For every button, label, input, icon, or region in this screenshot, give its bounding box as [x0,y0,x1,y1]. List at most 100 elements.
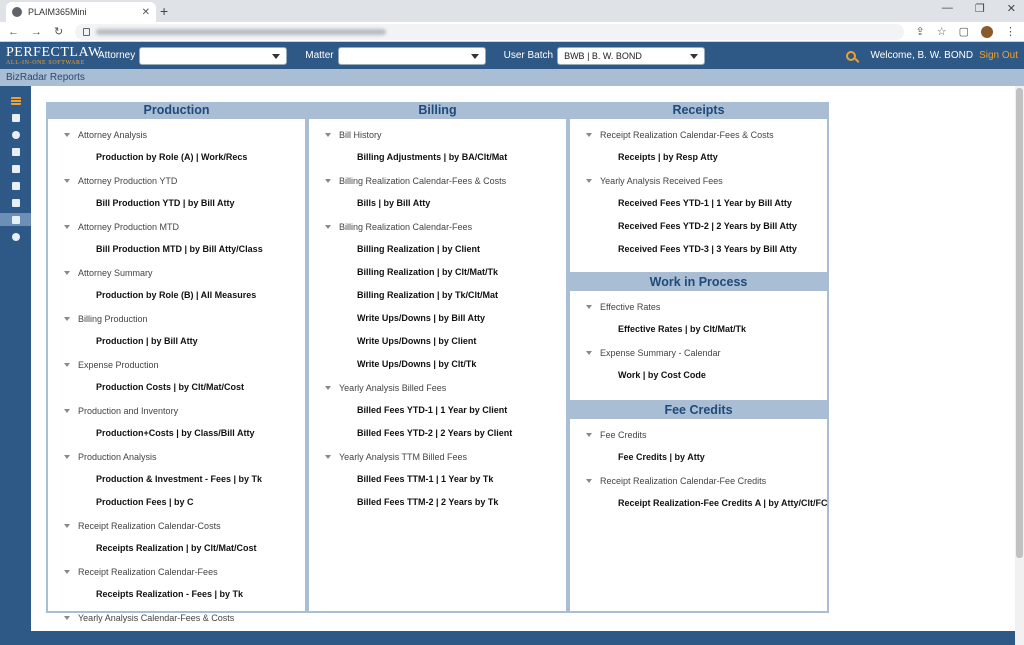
collapse-triangle-icon[interactable] [64,270,70,275]
maximize-button[interactable]: ❐ [975,2,985,15]
report-group[interactable]: Yearly Analysis TTM Billed Fees [309,445,566,468]
collapse-triangle-icon[interactable] [325,132,331,137]
collapse-triangle-icon[interactable] [325,178,331,183]
reports-icon[interactable] [0,213,31,226]
profile-avatar[interactable] [981,25,993,38]
close-tab-icon[interactable]: ✕ [142,7,150,18]
page-scrollbar[interactable] [1015,86,1024,645]
report-group[interactable]: Effective Rates [570,295,827,318]
report-link[interactable]: Production | by Bill Atty [48,330,305,353]
report-group[interactable]: Receipt Realization Calendar-Fees & Cost… [570,123,827,146]
calendar-icon[interactable] [9,162,23,175]
report-group[interactable]: Yearly Analysis Calendar-Fees & Costs [48,606,305,629]
report-link[interactable]: Production by Role (A) | Work/Recs [48,146,305,169]
report-link[interactable]: Billing Realization | by Tk/Clt/Mat [309,284,566,307]
collapse-triangle-icon[interactable] [586,132,592,137]
document-icon[interactable] [9,196,23,209]
sign-out-link[interactable]: Sign Out [979,50,1018,61]
collapse-triangle-icon[interactable] [64,316,70,321]
collapse-triangle-icon[interactable] [64,454,70,459]
collapse-triangle-icon[interactable] [64,132,70,137]
user-batch-select[interactable]: BWB | B. W. BOND [557,46,706,65]
report-link[interactable]: Receipts Realization | by Clt/Mat/Cost [48,537,305,560]
report-link[interactable]: Bill Production MTD | by Bill Atty/Class [48,238,305,261]
new-tab-button[interactable]: + [160,3,168,19]
report-group[interactable]: Bill History [309,123,566,146]
report-group[interactable]: Attorney Analysis [48,123,305,146]
report-link[interactable]: Production+Costs | by Class/Bill Atty [48,422,305,445]
collapse-triangle-icon[interactable] [325,385,331,390]
edit-icon[interactable] [9,145,23,158]
report-link[interactable]: Write Ups/Downs | by Clt/Tk [309,353,566,376]
report-link[interactable]: Billed Fees TTM-1 | 1 Year by Tk [309,468,566,491]
more-menu-icon[interactable]: ⋮ [1005,25,1016,38]
forward-button[interactable]: → [31,26,42,38]
collapse-triangle-icon[interactable] [64,362,70,367]
report-link[interactable]: Write Ups/Downs | by Bill Atty [309,307,566,330]
url-field[interactable] [75,23,904,40]
collapse-triangle-icon[interactable] [64,178,70,183]
report-group[interactable]: Billing Realization Calendar-Fees & Cost… [309,169,566,192]
report-link[interactable]: Receipts | by Resp Atty [570,146,827,169]
collapse-triangle-icon[interactable] [64,523,70,528]
report-group[interactable]: Receipt Realization Calendar-Costs [48,514,305,537]
report-link[interactable]: Received Fees YTD-3 | 3 Years by Bill At… [570,238,827,261]
report-link[interactable]: Work | by Cost Code [570,364,827,387]
search-icon[interactable] [846,50,857,61]
report-link[interactable]: Production Costs | by Clt/Mat/Cost [48,376,305,399]
report-group[interactable]: Billing Realization Calendar-Fees [309,215,566,238]
report-link[interactable]: Billed Fees TTM-2 | 2 Years by Tk [309,491,566,514]
report-link[interactable]: Production & Investment - Fees | by Tk [48,468,305,491]
collapse-triangle-icon[interactable] [586,178,592,183]
report-group[interactable]: Receipt Realization Calendar-Fee Credits [570,469,827,492]
star-icon[interactable]: ☆ [937,25,947,38]
collapse-triangle-icon[interactable] [325,454,331,459]
collapse-triangle-icon[interactable] [64,408,70,413]
collapse-triangle-icon[interactable] [586,478,592,483]
report-link[interactable]: Received Fees YTD-1 | 1 Year by Bill Att… [570,192,827,215]
report-link[interactable]: Billing Realization | by Clt/Mat/Tk [309,261,566,284]
report-group[interactable]: Attorney Production YTD [48,169,305,192]
hourglass-icon[interactable] [9,111,23,124]
attorney-select[interactable] [139,46,288,65]
report-link[interactable]: Effective Rates | by Clt/Mat/Tk [570,318,827,341]
report-group[interactable]: Attorney Production MTD [48,215,305,238]
report-link[interactable]: Bill Production YTD | by Bill Atty [48,192,305,215]
share-icon[interactable]: ⇪ [916,25,925,38]
scrollbar-thumb[interactable] [1016,88,1023,558]
report-group[interactable]: Yearly Analysis Received Fees [570,169,827,192]
report-link[interactable]: Production Fees | by C [48,491,305,514]
collapse-triangle-icon[interactable] [586,350,592,355]
browser-tab[interactable]: PLAIM365Mini ✕ [6,2,156,22]
report-link[interactable]: Write Ups/Downs | by Client [309,330,566,353]
report-group[interactable]: Attorney Summary [48,261,305,284]
report-link[interactable]: Bills | by Bill Atty [309,192,566,215]
report-link[interactable]: Billed Fees YTD-2 | 2 Years by Client [309,422,566,445]
collapse-triangle-icon[interactable] [586,304,592,309]
report-link[interactable]: Billed Fees YTD-1 | 1 Year by Client [309,399,566,422]
report-group[interactable]: Receipt Realization Calendar-Fees [48,560,305,583]
sidepanel-icon[interactable]: ▢ [959,25,969,38]
reload-button[interactable]: ↻ [54,25,63,38]
collapse-triangle-icon[interactable] [586,432,592,437]
report-link[interactable]: Fee Credits | by Atty [570,446,827,469]
close-window-button[interactable]: ✕ [1007,2,1016,15]
collapse-triangle-icon[interactable] [64,569,70,574]
collapse-triangle-icon[interactable] [325,224,331,229]
database-icon[interactable] [9,128,23,141]
menu-icon[interactable] [9,94,23,107]
collapse-triangle-icon[interactable] [64,615,70,620]
report-group[interactable]: Expense Summary - Calendar [570,341,827,364]
contact-icon[interactable] [9,179,23,192]
report-group[interactable]: Yearly Analysis Billed Fees [309,376,566,399]
back-button[interactable]: ← [8,26,19,38]
report-link[interactable]: Billing Realization | by Client [309,238,566,261]
report-group[interactable]: Fee Credits [570,423,827,446]
report-link[interactable]: Received Fees YTD-2 | 2 Years by Bill At… [570,215,827,238]
report-group[interactable]: Production Analysis [48,445,305,468]
collapse-triangle-icon[interactable] [64,224,70,229]
report-group[interactable]: Expense Production [48,353,305,376]
report-link[interactable]: Billing Adjustments | by BA/Clt/Mat [309,146,566,169]
report-group[interactable]: Production and Inventory [48,399,305,422]
report-link[interactable]: Production by Role (B) | All Measures [48,284,305,307]
